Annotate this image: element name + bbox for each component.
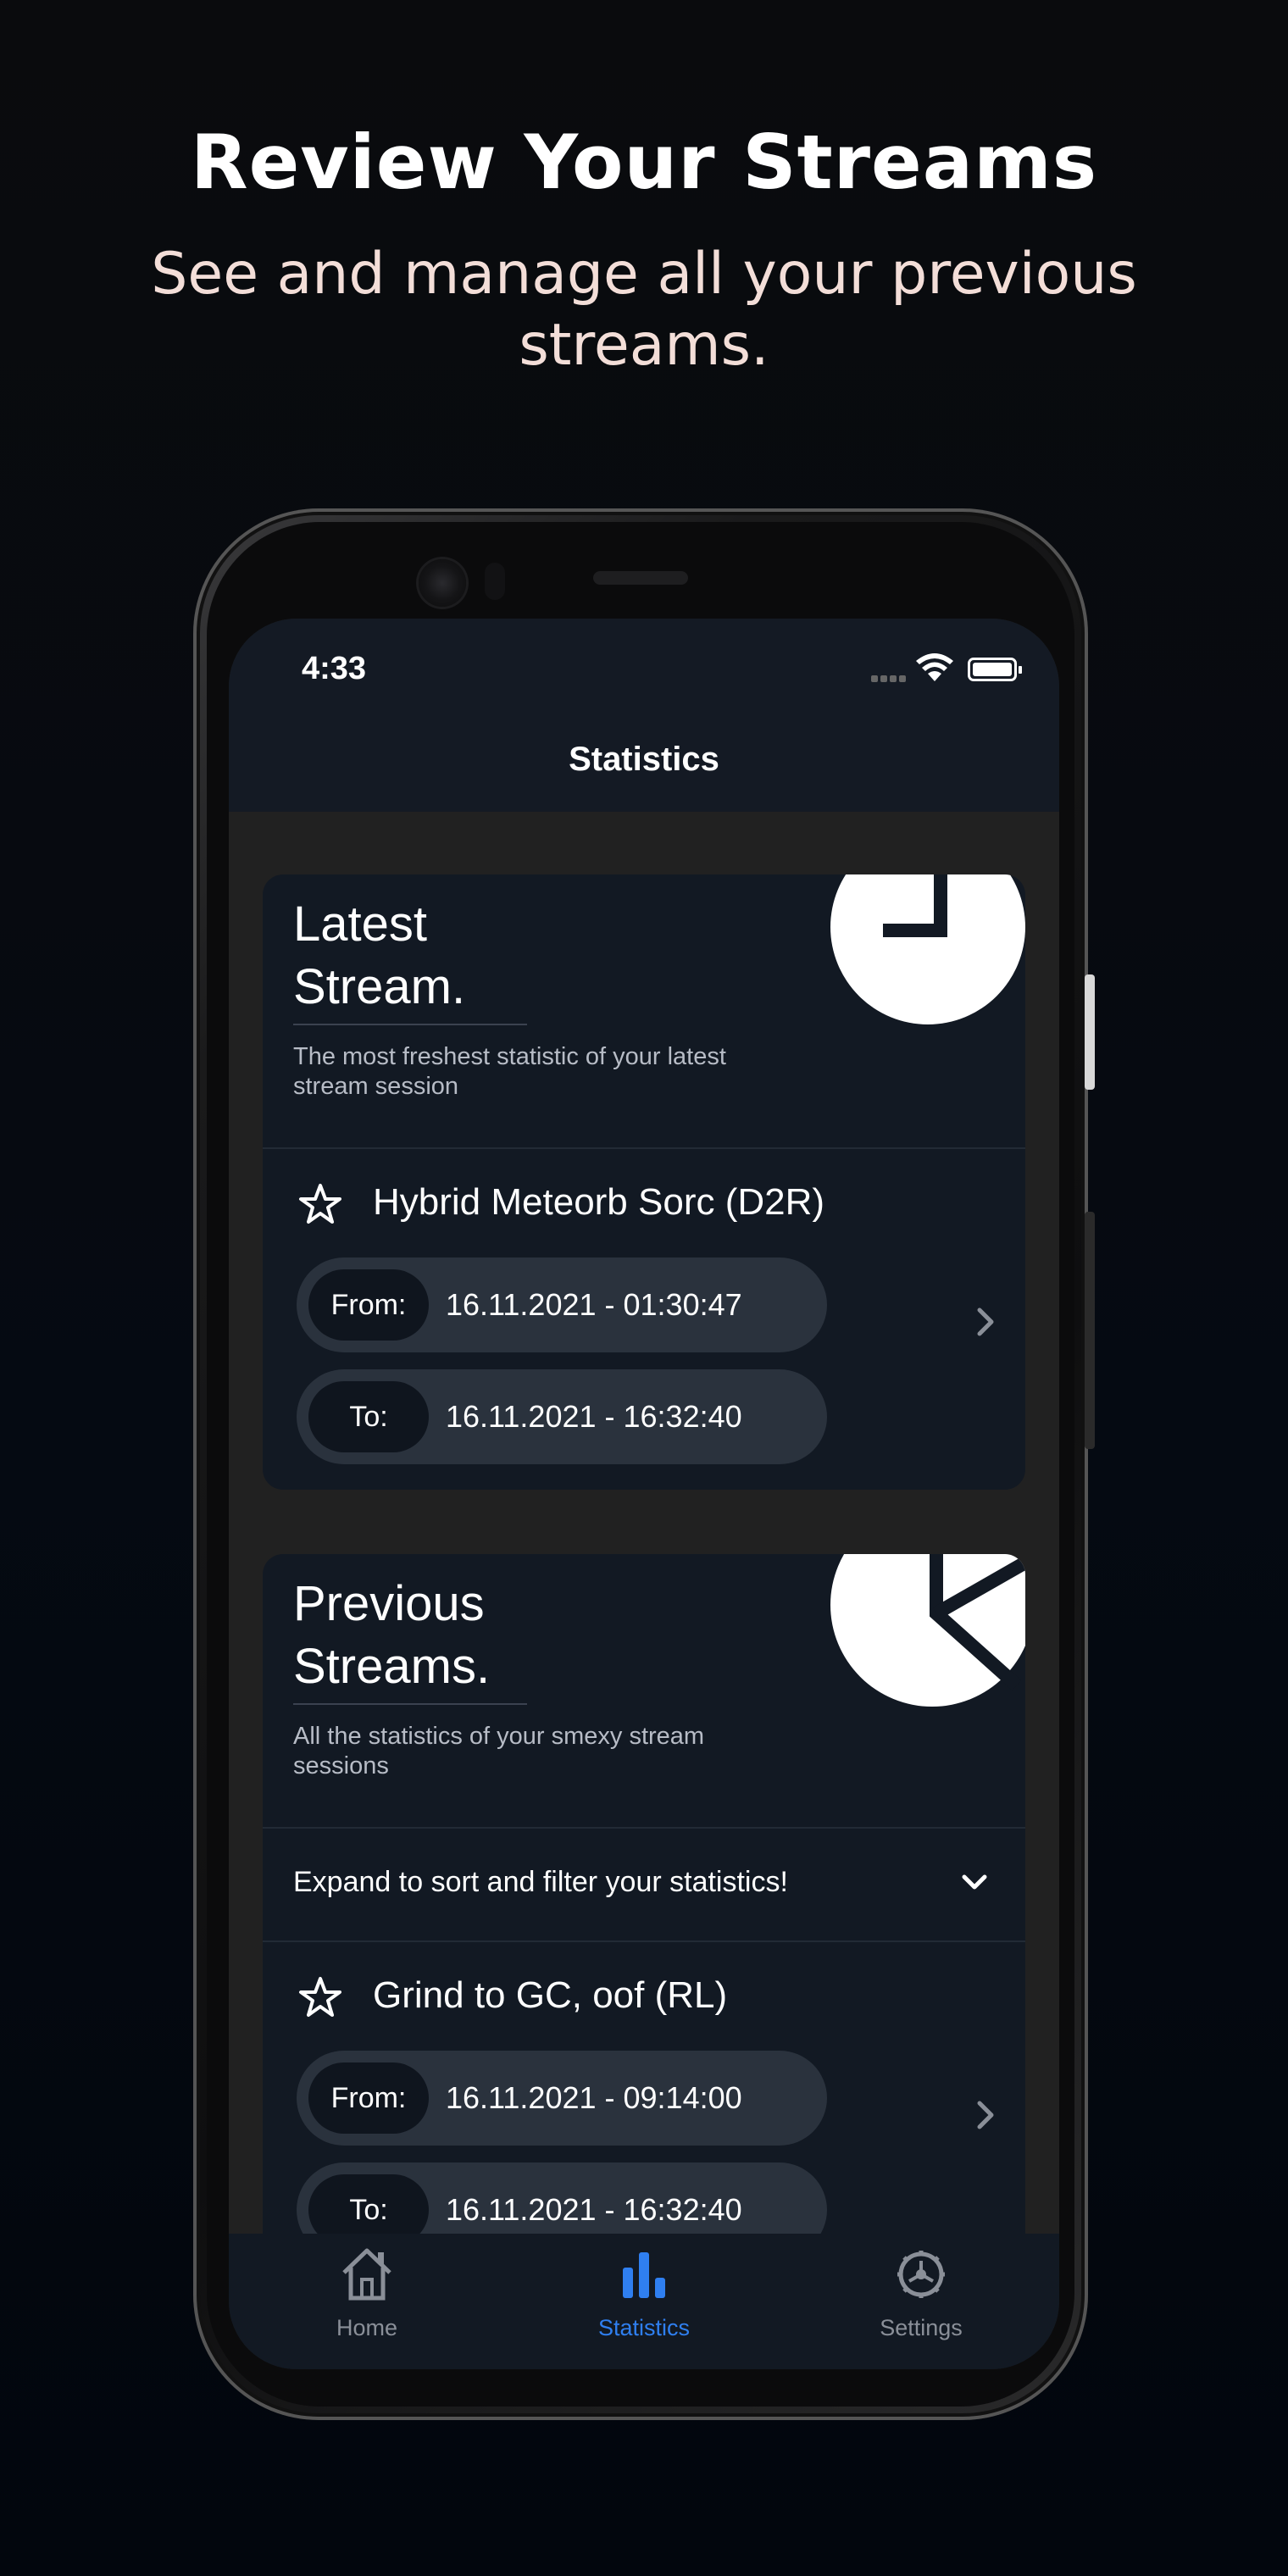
promo-subhead: See and manage all your previous streams… xyxy=(151,241,1137,379)
stream-entry-title[interactable]: Grind to GC, oof (RL) xyxy=(373,1974,727,2017)
tab-settings[interactable]: Settings xyxy=(783,2234,1059,2369)
battery-icon xyxy=(968,658,1022,681)
pie-chart-icon xyxy=(830,1554,1025,1707)
bar-chart-icon xyxy=(623,2252,665,2298)
from-pill: From: 16.11.2021 - 01:30:47 xyxy=(297,1257,827,1352)
title-underline xyxy=(293,1024,527,1025)
to-value: 16.11.2021 - 16:32:40 xyxy=(446,1399,742,1434)
from-value: 16.11.2021 - 09:14:00 xyxy=(446,2080,742,2115)
latest-stream-title: Latest Stream. xyxy=(293,897,466,1014)
gear-icon xyxy=(897,2251,945,2298)
app-screen: 4:33 Statistics Latest Stream. The most … xyxy=(229,619,1059,2369)
from-label: From: xyxy=(308,2062,429,2134)
expand-filter-text[interactable]: Expand to sort and filter your statistic… xyxy=(293,1866,788,1899)
tab-settings-label: Settings xyxy=(880,2315,963,2340)
chevron-right-icon[interactable] xyxy=(973,2098,998,2132)
to-pill: To: 16.11.2021 - 16:32:40 xyxy=(297,1369,827,1464)
from-pill: From: 16.11.2021 - 09:14:00 xyxy=(297,2051,827,2146)
phone-side-button xyxy=(1085,974,1095,1090)
tab-statistics[interactable]: Statistics xyxy=(506,2234,782,2369)
phone-sensor xyxy=(485,563,505,600)
to-label: To: xyxy=(308,1381,429,1452)
star-icon[interactable] xyxy=(297,1974,344,2022)
status-bar: 4:33 xyxy=(229,619,1059,720)
nav-bar: Statistics xyxy=(229,720,1059,812)
star-icon[interactable] xyxy=(297,1181,344,1229)
phone-volume-button xyxy=(1085,1212,1095,1449)
title-underline xyxy=(293,1703,527,1705)
signal-icon xyxy=(871,671,908,682)
card-divider xyxy=(263,1147,1025,1149)
front-camera xyxy=(419,559,466,607)
status-time: 4:33 xyxy=(302,651,367,686)
card-divider xyxy=(263,1827,1025,1829)
previous-streams-title: Previous Streams. xyxy=(293,1576,491,1694)
previous-streams-description: All the statistics of your smexy stream … xyxy=(293,1723,705,1779)
stream-entry-title[interactable]: Hybrid Meteorb Sorc (D2R) xyxy=(373,1181,824,1224)
promo-headline: Review Your Streams xyxy=(190,119,1098,206)
from-value: 16.11.2021 - 01:30:47 xyxy=(446,1287,742,1322)
chevron-right-icon[interactable] xyxy=(973,1305,998,1339)
home-icon xyxy=(342,2248,391,2301)
latest-stream-description: The most freshest statistic of your late… xyxy=(293,1043,726,1100)
from-label: From: xyxy=(308,1269,429,1341)
tab-home[interactable]: Home xyxy=(229,2234,505,2369)
chevron-down-icon[interactable] xyxy=(958,1869,991,1895)
clock-icon xyxy=(830,874,1025,1024)
latest-stream-card: Latest Stream. The most freshest statist… xyxy=(263,874,1025,1490)
wifi-icon xyxy=(916,653,953,681)
card-divider xyxy=(263,1940,1025,1942)
tab-home-label: Home xyxy=(336,2315,398,2340)
tab-bar: Home Statistics Settings xyxy=(229,2234,1059,2369)
tab-statistics-label: Statistics xyxy=(597,2315,691,2340)
page-title: Statistics xyxy=(569,741,719,778)
phone-speaker xyxy=(593,571,688,585)
